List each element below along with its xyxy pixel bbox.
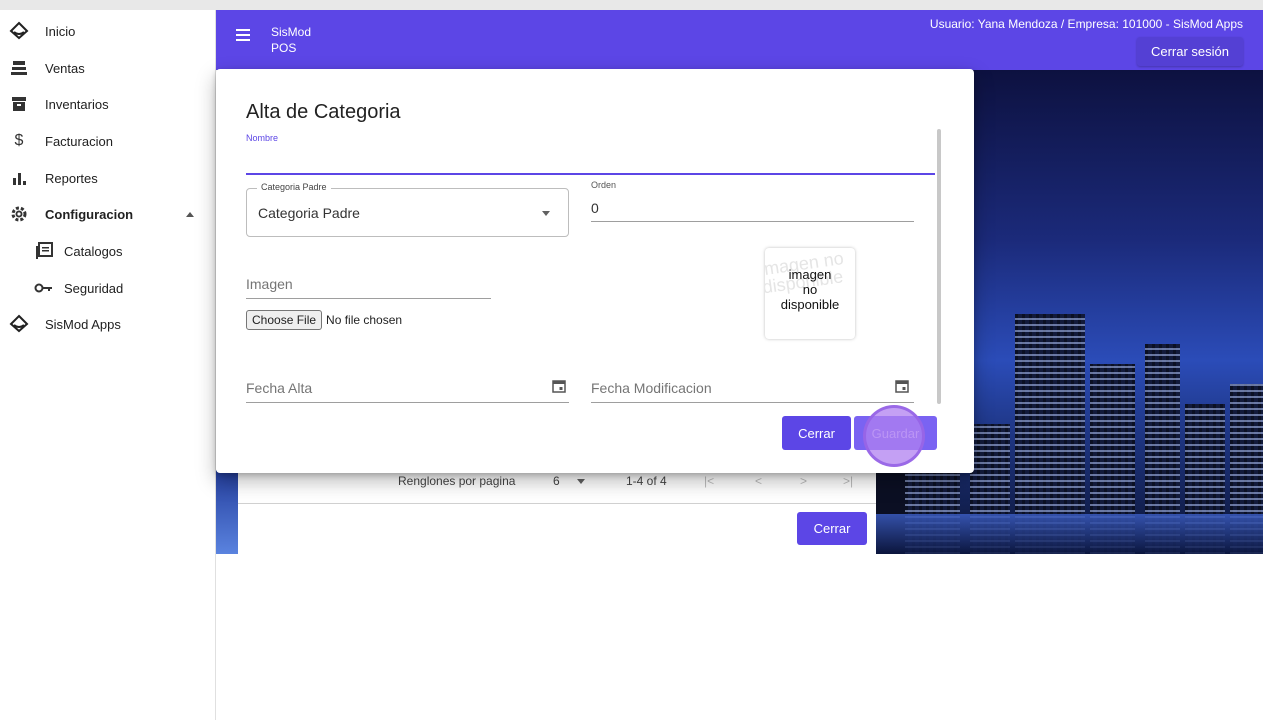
sidebar: Inicio Ventas Inventarios $ Facturacion … [0,10,216,720]
logout-button[interactable]: Cerrar sesión [1136,37,1243,66]
categoria-padre-value: Categoria Padre [258,205,360,221]
sidebar-item-ventas[interactable]: Ventas [0,50,216,86]
image-placeholder-line1: imagen [788,267,832,282]
sidebar-item-label: Ventas [45,60,85,76]
choose-file-button[interactable]: Choose File [246,310,323,330]
sidebar-item-label: Facturacion [45,133,113,149]
app-bar: SisMod POS Usuario: Yana Mendoza / Empre… [216,10,1263,70]
background-city-image-edge [216,470,238,554]
image-placeholder-line3: disponible [780,297,840,312]
calendar-icon[interactable] [552,379,566,393]
nombre-underline [246,173,935,175]
sismod-logo-icon [9,314,29,334]
rows-per-page-label: Renglones por pagina [398,474,516,488]
sidebar-item-label: SisMod Apps [45,316,121,332]
rows-per-page-select[interactable]: 6 [553,474,560,488]
sidebar-item-label: Catalogos [64,243,123,259]
sidebar-item-label: Configuracion [45,206,134,222]
categoria-padre-select[interactable]: Categoria Padre Categoria Padre [246,182,569,237]
app-title: SisMod POS [271,24,311,56]
prev-page-button[interactable]: < [755,474,762,488]
image-placeholder: imagen no disponible imagen no disponibl… [765,248,855,339]
calendar-icon[interactable] [895,379,909,393]
cash-register-icon [9,58,29,78]
orden-input[interactable]: 0 [591,200,599,216]
imagen-label: Imagen [246,276,293,292]
categoria-padre-label: Categoria Padre [257,182,331,192]
dollar-icon: $ [14,132,24,149]
next-page-button[interactable]: > [800,474,807,488]
nombre-label: Nombre [246,133,279,143]
sismod-logo-icon [9,21,29,41]
close-button[interactable]: Cerrar [782,416,851,450]
chevron-down-icon [542,211,550,216]
dialog-title: Alta de Categoria [246,101,401,123]
file-input[interactable]: Choose File No file chosen [246,310,402,330]
nombre-input[interactable] [246,149,935,174]
fecha-modificacion-underline [591,402,914,403]
sidebar-item-configuracion[interactable]: Configuracion [0,196,216,232]
add-category-dialog: Alta de Categoria Nombre Categoria Padre… [216,69,974,473]
fecha-modificacion-label: Fecha Modificacion [591,380,712,396]
app-title-line1: SisMod [271,25,312,39]
close-list-button[interactable]: Cerrar [797,512,867,545]
sidebar-item-inicio[interactable]: Inicio [0,13,216,49]
gear-icon [9,204,29,224]
sidebar-item-label: Seguridad [64,280,124,296]
image-placeholder-line2: no [802,282,818,297]
category-list-card: Renglones por pagina 6 1-4 of 4 |< < > >… [238,466,876,554]
top-strip [0,0,1263,10]
last-page-button[interactable]: >| [843,474,853,488]
fecha-alta-label: Fecha Alta [246,380,313,396]
sidebar-item-inventarios[interactable]: Inventarios [0,86,216,122]
sidebar-item-reportes[interactable]: Reportes [0,160,216,196]
bar-chart-icon [9,168,29,188]
imagen-underline [246,298,491,299]
fecha-alta-underline [246,402,569,403]
chevron-up-icon [186,211,194,217]
sidebar-item-label: Inicio [45,23,76,39]
sidebar-item-seguridad[interactable]: Seguridad [0,270,216,306]
save-button[interactable]: Guardar [854,416,937,450]
catalog-icon [34,241,54,261]
pagination-range: 1-4 of 4 [626,474,667,488]
sidebar-item-sismod-apps[interactable]: SisMod Apps [0,306,216,342]
file-status: No file chosen [326,313,403,327]
sidebar-item-label: Inventarios [45,96,109,112]
sidebar-item-label: Reportes [45,170,98,186]
app-title-line2: POS [271,41,297,55]
divider [238,503,876,504]
chevron-down-icon[interactable] [577,479,585,484]
first-page-button[interactable]: |< [704,474,714,488]
scrollbar[interactable] [937,129,941,404]
orden-underline [591,221,914,222]
user-info: Usuario: Yana Mendoza / Empresa: 101000 … [929,17,1243,31]
orden-label: Orden [591,180,617,190]
menu-icon[interactable] [236,26,254,44]
sidebar-item-catalogos[interactable]: Catalogos [0,233,216,269]
key-icon [34,278,54,298]
archive-icon [9,94,29,114]
sidebar-item-facturacion[interactable]: $ Facturacion [0,123,216,159]
